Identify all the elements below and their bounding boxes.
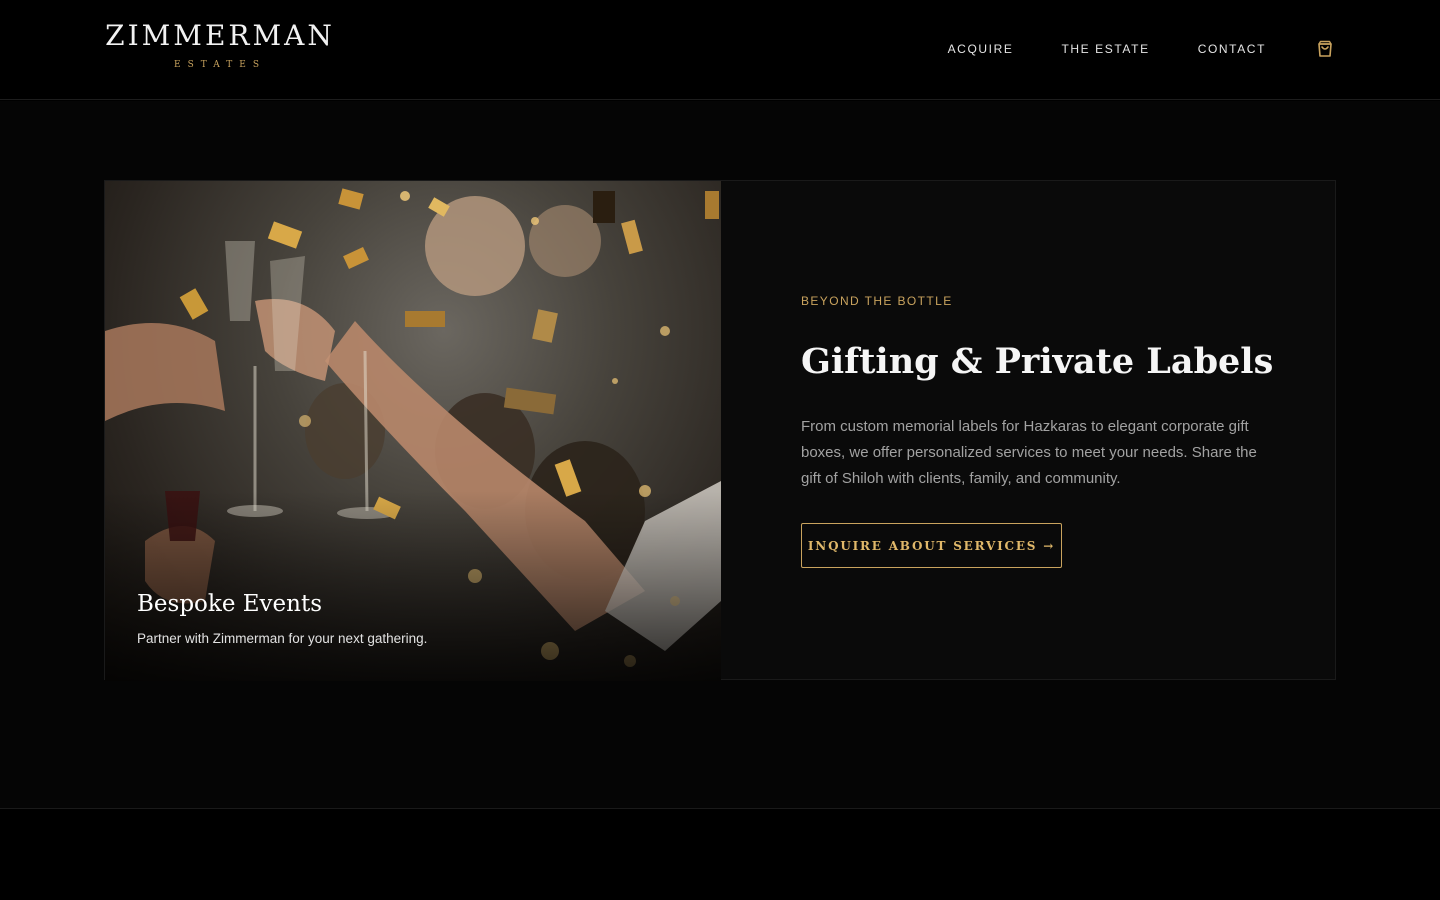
- photo-title: Bespoke Events: [137, 591, 322, 617]
- brand-subtitle: ESTATES: [174, 60, 266, 70]
- brand-logo[interactable]: ZIMMERMAN ESTATES: [104, 18, 336, 70]
- nav-contact[interactable]: CONTACT: [1198, 38, 1266, 60]
- section-headline: Gifting & Private Labels: [801, 341, 1274, 382]
- eyebrow-label: BEYOND THE BOTTLE: [801, 294, 953, 308]
- nav-the-estate[interactable]: THE ESTATE: [1061, 38, 1149, 60]
- nav-acquire[interactable]: ACQUIRE: [948, 38, 1014, 60]
- inquire-services-label: INQUIRE ABOUT SERVICES →: [807, 538, 1056, 553]
- feature-card: Bespoke Events Partner with Zimmerman fo…: [104, 180, 1336, 681]
- celebration-photo: Bespoke Events Partner with Zimmerman fo…: [105, 181, 721, 681]
- footer-divider: [0, 808, 1440, 809]
- photo-overlay: [105, 491, 721, 681]
- feature-content: BEYOND THE BOTTLE Gifting & Private Labe…: [801, 181, 1281, 681]
- site-header: ZIMMERMAN ESTATES ACQUIRE THE ESTATE CON…: [0, 0, 1440, 100]
- brand-name: ZIMMERMAN: [105, 19, 335, 52]
- section-description: From custom memorial labels for Hazkaras…: [801, 418, 1257, 487]
- photo-subtitle: Partner with Zimmerman for your next gat…: [137, 631, 428, 646]
- shopping-bag-icon[interactable]: [1314, 38, 1336, 60]
- main-nav: ACQUIRE THE ESTATE CONTACT: [900, 38, 1336, 60]
- inquire-services-button[interactable]: INQUIRE ABOUT SERVICES →: [801, 523, 1062, 568]
